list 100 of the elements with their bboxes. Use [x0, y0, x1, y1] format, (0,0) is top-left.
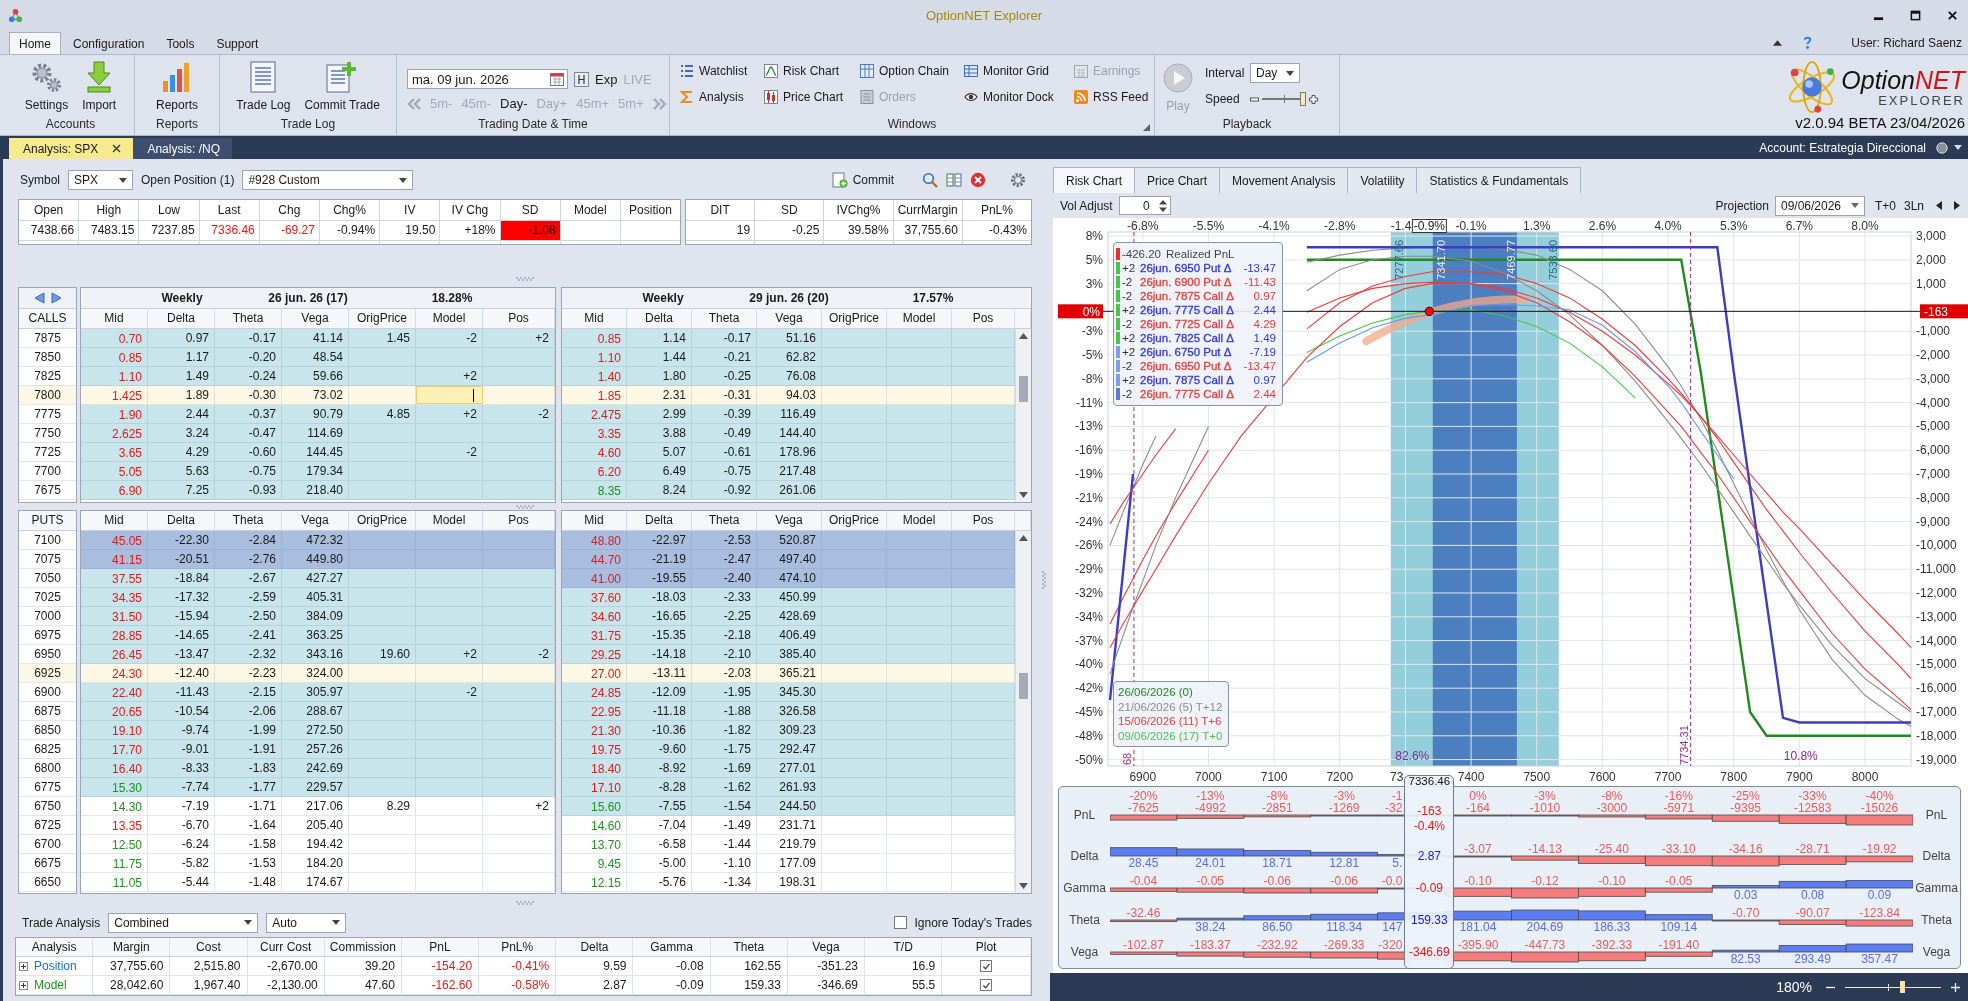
maximize-icon[interactable] [1910, 9, 1921, 21]
view-tab[interactable]: Volatility [1347, 167, 1418, 193]
commit-button[interactable]: Commit [831, 172, 894, 188]
option-row[interactable]: 2.475 2.99 -0.39 116.49 [562, 405, 1015, 424]
view-tab[interactable]: Price Chart [1134, 167, 1221, 193]
window-button[interactable]: Watchlist [680, 64, 764, 78]
option-row[interactable]: 24.85 -12.09 -1.95 345.30 [562, 683, 1015, 702]
option-row[interactable]: 3.35 3.88 -0.49 144.40 [562, 424, 1015, 443]
option-row[interactable]: 22.40 -11.43 -2.15 305.97 -2 [81, 683, 555, 702]
option-row[interactable]: 0.85 1.14 -0.17 51.16 [562, 329, 1015, 348]
document-tab[interactable]: Analysis: SPX [9, 138, 134, 159]
scale-dropdown[interactable]: Auto [266, 912, 347, 933]
date-field[interactable]: ma. 09 jun. 2026 [407, 69, 568, 89]
option-row[interactable]: 0.70 0.97 -0.17 41.14 1.45 -2 +2 [81, 329, 555, 348]
scrollbar-thumb[interactable] [1019, 673, 1028, 699]
caret-down-icon[interactable] [1954, 145, 1962, 150]
option-row[interactable]: 17.10 -8.28 -1.62 261.93 [562, 778, 1015, 797]
option-row[interactable]: 0.85 1.17 -0.20 48.54 [81, 348, 555, 367]
search-icon[interactable] [922, 172, 938, 188]
window-button[interactable]: RSS Feed [1074, 90, 1158, 104]
view-tab[interactable]: Movement Analysis [1219, 167, 1349, 193]
ribbon-tab[interactable]: Tools [156, 32, 205, 54]
option-row[interactable]: 1.40 1.80 -0.25 76.08 [562, 367, 1015, 386]
view-tab[interactable]: Risk Chart [1053, 167, 1135, 193]
scrollbar[interactable] [1015, 531, 1031, 893]
close-icon[interactable] [1947, 9, 1958, 21]
reports-button[interactable]: Reports [156, 61, 198, 112]
grip-icon[interactable] [1042, 570, 1046, 590]
window-button[interactable]: Monitor Dock [964, 90, 1074, 104]
option-row[interactable]: 21.30 -10.36 -1.82 309.23 [562, 721, 1015, 740]
window-button[interactable]: Monitor Grid [964, 64, 1074, 78]
option-row[interactable]: 16.40 -8.33 -1.83 242.69 [81, 759, 555, 778]
option-row[interactable]: 45.05 -22.30 -2.84 472.32 [81, 531, 555, 550]
spinner-arrows-icon[interactable] [1158, 198, 1167, 213]
option-row[interactable]: 48.80 -22.97 -2.53 520.87 [562, 531, 1015, 550]
analysis-mode-dropdown[interactable]: Combined [108, 912, 259, 933]
row-label[interactable]: Position [34, 957, 77, 975]
scroll-up-icon[interactable] [1019, 535, 1028, 541]
option-row[interactable]: 2.625 3.24 -0.47 114.69 [81, 424, 555, 443]
delete-icon[interactable] [970, 172, 986, 188]
option-row[interactable]: 19.75 -9.60 -1.75 292.47 [562, 740, 1015, 759]
option-row[interactable]: 8.35 8.24 -0.92 261.06 [562, 481, 1015, 500]
slider-thumb[interactable] [1899, 981, 1905, 993]
projection-date-dropdown[interactable]: 09/06/2026 [1774, 195, 1865, 216]
expand-icon[interactable] [19, 980, 28, 990]
settings-icon[interactable] [1010, 172, 1026, 188]
checkbox[interactable] [893, 916, 907, 929]
option-row[interactable]: 31.75 -15.35 -2.18 406.49 [562, 626, 1015, 645]
window-button[interactable]: Option Chain [860, 64, 964, 78]
slider-thumb[interactable] [1299, 92, 1306, 106]
option-row[interactable]: 28.85 -14.65 -2.41 363.25 [81, 626, 555, 645]
option-row[interactable]: 3.65 4.29 -0.60 144.45 -2 [81, 443, 555, 462]
option-row[interactable]: 27.00 -13.11 -2.03 365.21 [562, 664, 1015, 683]
symbol-dropdown[interactable]: SPX [68, 170, 133, 190]
checkbox[interactable] [980, 979, 993, 991]
option-row[interactable]: 6.90 7.25 -0.93 218.40 [81, 481, 555, 500]
settings-button[interactable]: Settings [24, 61, 69, 112]
scroll-down-icon[interactable] [1019, 883, 1028, 889]
interval-dropdown[interactable]: Day [1250, 63, 1300, 83]
option-row[interactable]: 11.75 -5.82 -1.53 184.20 [81, 854, 555, 873]
help-icon[interactable] [1802, 35, 1814, 50]
commit-trade-button[interactable]: Commit Trade [304, 61, 380, 112]
scroll-down-icon[interactable] [1019, 492, 1028, 498]
option-row[interactable]: 14.60 -7.04 -1.49 231.71 [562, 816, 1015, 835]
option-row[interactable]: 15.60 -7.55 -1.54 244.50 [562, 797, 1015, 816]
scrollbar-thumb[interactable] [1019, 376, 1028, 402]
time-step-button[interactable]: Day- [500, 96, 528, 111]
option-row[interactable]: 34.35 -17.32 -2.59 405.31 [81, 588, 555, 607]
close-icon[interactable] [112, 144, 122, 153]
option-row[interactable]: 1.90 2.44 -0.37 90.79 4.85 +2 -2 [81, 405, 555, 424]
option-row[interactable]: 13.35 -6.70 -1.64 205.40 [81, 816, 555, 835]
ribbon-tab[interactable]: Home [9, 32, 61, 54]
option-row[interactable]: 6.20 6.49 -0.75 217.48 [562, 462, 1015, 481]
calendar-icon[interactable] [550, 72, 564, 86]
option-row[interactable]: 5.05 5.63 -0.75 179.34 [81, 462, 555, 481]
window-button[interactable]: Price Chart [764, 90, 860, 104]
option-row[interactable]: 20.65 -10.54 -2.06 288.67 [81, 702, 555, 721]
import-button[interactable]: Import [82, 61, 117, 112]
editing-cell[interactable] [416, 386, 483, 404]
option-row[interactable]: 26.45 -13.47 -2.32 343.16 19.60 +2 -2 [81, 645, 555, 664]
split-icon[interactable] [574, 71, 589, 87]
option-row[interactable]: 9.45 -5.00 -1.10 177.09 [562, 854, 1015, 873]
position-dropdown[interactable]: #928 Custom [242, 170, 414, 190]
plus-icon[interactable] [1309, 94, 1318, 104]
option-row[interactable]: 29.25 -14.18 -2.10 385.40 [562, 645, 1015, 664]
view-tab[interactable]: Statistics & Fundamentals [1416, 167, 1582, 193]
option-row[interactable]: 17.70 -9.01 -1.91 257.26 [81, 740, 555, 759]
columns-icon[interactable] [946, 172, 962, 188]
caret-up-icon[interactable] [1773, 40, 1783, 46]
lines-label[interactable]: 3Ln [1903, 198, 1924, 213]
grip-icon[interactable] [515, 277, 535, 281]
option-row[interactable]: 13.70 -6.58 -1.44 219.79 [562, 835, 1015, 854]
row-label[interactable]: Model [34, 976, 67, 994]
scroll-up-icon[interactable] [1019, 333, 1028, 339]
window-button[interactable]: Analysis [680, 90, 764, 104]
option-row[interactable]: 12.50 -6.24 -1.58 194.42 [81, 835, 555, 854]
ribbon-tab[interactable]: Support [206, 32, 269, 54]
checkbox[interactable] [980, 960, 993, 972]
zoom-slider[interactable] [1845, 981, 1941, 993]
speed-slider[interactable] [1262, 92, 1306, 106]
